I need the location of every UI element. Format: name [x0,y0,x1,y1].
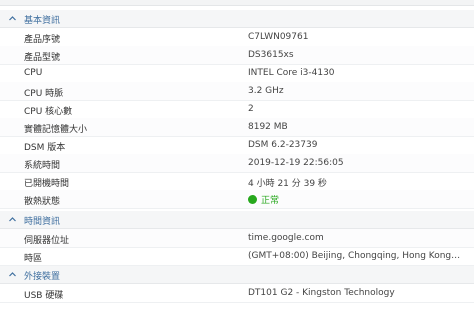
row-value: time.google.com [248,233,324,243]
info-row-system-time: 系統時間 2019-12-19 22:56:05 [0,154,474,173]
thermal-status: 正常 [248,193,279,206]
row-label: CPU 核心數 [24,107,73,117]
section-header-basic-info[interactable]: 基本資訊 [0,10,474,28]
chevron-up-icon[interactable] [9,15,16,22]
row-label: CPU 時脈 [24,89,64,99]
section-title: 時間資訊 [24,217,61,227]
row-label: 實體記憶體大小 [24,125,88,135]
row-label: 時區 [24,254,43,264]
row-value: DS3615xs [248,50,294,60]
row-value: 2 [248,104,254,114]
system-info-panel: 基本資訊 產品序號 C7LWN09761 產品型號 DS3615xs CPU I… [0,0,474,310]
row-value: C7LWN09761 [248,32,309,42]
row-label: 產品序號 [24,35,61,45]
row-value: 4 小時 21 分 39 秒 [248,179,327,189]
row-label: 散熱狀態 [24,197,61,207]
row-label: 已開機時間 [24,179,70,189]
row-label: 伺服器位址 [24,236,70,246]
row-value: (GMT+08:00) Beijing, Chongqing, Hong Kon… [248,251,462,261]
info-row-model: 產品型號 DS3615xs [0,46,474,65]
row-label: CPU [24,68,43,78]
info-row-dsm-version: DSM 版本 DSM 6.2-23739 [0,136,474,155]
info-row-time-server: 伺服器位址 time.google.com [0,229,474,248]
info-row-memory: 實體記憶體大小 8192 MB [0,118,474,137]
row-label: 產品型號 [24,53,61,63]
status-text: 正常 [261,196,280,206]
chevron-up-icon[interactable] [9,271,16,278]
row-value: 8192 MB [248,122,288,132]
info-row-serial: 產品序號 C7LWN09761 [0,28,474,47]
row-label: USB 硬碟 [24,291,64,301]
section-header-external-devices[interactable]: 外接裝置 [0,266,474,284]
info-row-usb-disk: USB 硬碟 DT101 G2 - Kingston Technology [0,284,474,303]
row-label: DSM 版本 [24,143,66,153]
section-title: 基本資訊 [24,16,61,26]
row-value: DT101 G2 - Kingston Technology [248,288,395,298]
info-row-cpu-clock: CPU 時脈 3.2 GHz [0,82,474,101]
top-strip [0,0,474,6]
info-row-thermal: 散熱狀態 正常 [0,190,474,209]
row-value: 2019-12-19 22:56:05 [248,158,344,168]
info-row-uptime: 已開機時間 4 小時 21 分 39 秒 [0,172,474,191]
row-value: INTEL Core i3-4130 [248,68,335,78]
row-value: DSM 6.2-23739 [248,140,318,150]
chevron-up-icon[interactable] [9,216,16,223]
row-value: 3.2 GHz [248,86,284,96]
info-row-cpu-cores: CPU 核心數 2 [0,100,474,119]
status-dot-icon [248,195,257,204]
section-header-time-info[interactable]: 時間資訊 [0,211,474,229]
row-label: 系統時間 [24,161,61,171]
info-row-cpu: CPU INTEL Core i3-4130 [0,64,474,83]
section-title: 外接裝置 [24,272,61,282]
info-row-timezone: 時區 (GMT+08:00) Beijing, Chongqing, Hong … [0,247,474,266]
